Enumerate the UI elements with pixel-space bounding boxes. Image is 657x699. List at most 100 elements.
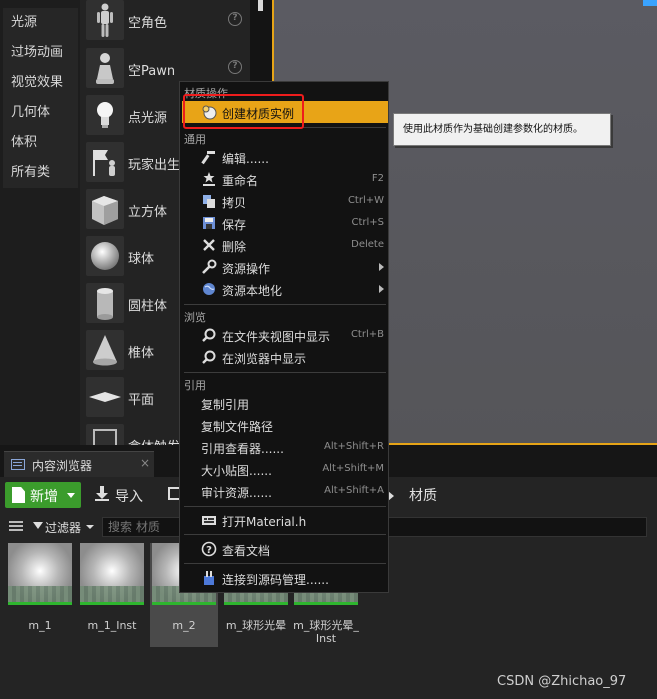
help-icon[interactable]: ? (228, 12, 242, 26)
menu-tooltip: 使用此材质作为基础创建参数化的材质。 (393, 113, 611, 146)
menu-item-rename[interactable]: 重命名 F2 (182, 168, 388, 190)
menu-item-label: 在浏览器中显示 (222, 352, 307, 366)
breadcrumb-folder-materials[interactable]: 材质 (409, 485, 437, 505)
place-item-empty-character[interactable]: 空角色 ? (86, 0, 250, 44)
search-icon (201, 349, 217, 365)
menu-item-delete[interactable]: 删除 Delete (182, 234, 388, 256)
menu-item-shortcut: Alt+Shift+M (322, 463, 384, 474)
menu-item-view-docs[interactable]: ? 查看文档 (182, 538, 388, 560)
menu-item-show-in-folder-view[interactable]: 在文件夹视图中显示 Ctrl+B (182, 324, 388, 346)
wrench-icon (201, 259, 217, 275)
menu-item-label: 查看文档 (222, 544, 271, 558)
box-trigger-icon (86, 424, 124, 445)
menu-item-label: 资源操作 (222, 262, 271, 276)
menu-item-shortcut: Delete (351, 239, 384, 250)
menu-item-open-header[interactable]: 打开Material.h (182, 509, 388, 531)
menu-item-copy-reference[interactable]: 复制引用 (182, 392, 388, 414)
player-start-icon (86, 142, 124, 182)
filters-button[interactable]: 过滤器 (33, 517, 97, 537)
category-volumes[interactable]: 体积 (3, 128, 78, 158)
add-new-button[interactable]: 新增 (5, 482, 81, 508)
menu-item-copy[interactable]: 拷贝 Ctrl+W (182, 190, 388, 212)
menu-item-label: 审计资源...... (201, 486, 272, 500)
material-thumbnail (8, 543, 72, 605)
globe-icon (201, 281, 217, 297)
menu-divider (184, 563, 386, 564)
menu-item-label: 在文件夹视图中显示 (222, 330, 331, 344)
pawn-icon (86, 48, 124, 88)
menu-item-save[interactable]: 保存 Ctrl+S (182, 212, 388, 234)
mannequin-icon (86, 0, 124, 40)
header-file-icon (201, 512, 217, 528)
material-thumbnail (80, 543, 144, 605)
save-icon (201, 215, 217, 231)
help-icon: ? (201, 541, 217, 557)
place-item-label: 立方体 (128, 205, 168, 220)
menu-item-asset-actions[interactable]: 资源操作 (182, 256, 388, 278)
place-item-label: 椎体 (128, 346, 155, 361)
search-icon (201, 327, 217, 343)
asset-name: m_2 (172, 619, 196, 632)
menu-item-show-in-explorer[interactable]: 在浏览器中显示 (182, 346, 388, 368)
help-icon[interactable]: ? (228, 60, 242, 74)
chevron-down-icon (67, 493, 75, 498)
close-icon[interactable]: × (140, 456, 150, 470)
menu-item-label: 引用查看器...... (201, 442, 284, 456)
asset-name: m_球形光晕 (225, 619, 287, 632)
menu-item-copy-file-path[interactable]: 复制文件路径 (182, 414, 388, 436)
menu-item-edit[interactable]: 编辑...... (182, 146, 388, 168)
svg-text:?: ? (206, 545, 212, 556)
menu-item-shortcut: F2 (371, 173, 384, 184)
menu-item-audit-assets[interactable]: 审计资源...... Alt+Shift+A (182, 480, 388, 502)
tab-content-browser[interactable]: 内容浏览器 × (4, 451, 154, 477)
sphere-icon (86, 236, 124, 276)
chevron-right-icon (379, 263, 384, 271)
place-item-label: 空角色 (128, 16, 168, 31)
menu-item-reference-viewer[interactable]: 引用查看器...... Alt+Shift+R (182, 436, 388, 458)
asset-name: m_球形光晕_ Inst (293, 619, 359, 645)
menu-item-label: 复制文件路径 (201, 420, 274, 434)
place-item-label: 球体 (128, 252, 155, 267)
menu-item-shortcut: Ctrl+S (351, 217, 384, 228)
tab-label: 内容浏览器 (32, 459, 93, 473)
menu-item-connect-source-control[interactable]: 连接到源码管理...... (182, 567, 388, 589)
splitter-grip (258, 0, 263, 11)
menu-item-label: 复制引用 (201, 398, 250, 412)
menu-item-asset-localization[interactable]: 资源本地化 (182, 278, 388, 300)
menu-item-size-map[interactable]: 大小贴图...... Alt+Shift+M (182, 458, 388, 480)
source-control-icon (201, 570, 217, 586)
section-common: 通用 (184, 133, 206, 146)
asset-tile[interactable]: m_1_Inst (78, 543, 146, 647)
filters-label: 过滤器 (45, 521, 82, 535)
menu-item-shortcut: Ctrl+B (350, 329, 384, 340)
viewport-corner-accent (643, 0, 657, 6)
cylinder-icon (86, 283, 124, 323)
editor-window: 光源 过场动画 视觉效果 几何体 体积 所有类 空角色 ? 空Pawn ? 点光… (0, 0, 657, 699)
place-item-label: 盒体触发 (128, 436, 180, 445)
category-cinematic[interactable]: 过场动画 (3, 38, 78, 68)
import-label: 导入 (115, 489, 143, 505)
menu-item-label: 打开Material.h (222, 515, 307, 529)
view-options-icon[interactable] (9, 521, 23, 532)
category-all-classes[interactable]: 所有类 (3, 158, 78, 188)
edit-hammer-icon (201, 149, 217, 165)
cube-icon (86, 189, 124, 229)
cone-icon (86, 330, 124, 370)
place-item-label: 玩家出生 (128, 158, 181, 173)
import-button[interactable]: 导入 (95, 482, 155, 508)
category-visual-effects[interactable]: 视觉效果 (3, 68, 78, 98)
category-geometry[interactable]: 几何体 (3, 98, 78, 128)
new-file-icon (12, 487, 25, 503)
plane-icon (86, 377, 124, 417)
menu-item-label: 保存 (222, 218, 247, 232)
menu-item-label: 连接到源码管理...... (222, 573, 329, 587)
category-lights[interactable]: 光源 (3, 8, 78, 38)
menu-item-shortcut: Ctrl+W (347, 195, 384, 206)
content-browser-icon (11, 459, 25, 470)
menu-divider (184, 534, 386, 535)
asset-tile[interactable]: m_1 (6, 543, 74, 647)
place-item-label: 圆柱体 (128, 299, 168, 314)
place-item-label: 平面 (128, 393, 155, 408)
import-tray-icon (95, 499, 109, 501)
place-category-sidebar: 光源 过场动画 视觉效果 几何体 体积 所有类 (0, 0, 80, 445)
